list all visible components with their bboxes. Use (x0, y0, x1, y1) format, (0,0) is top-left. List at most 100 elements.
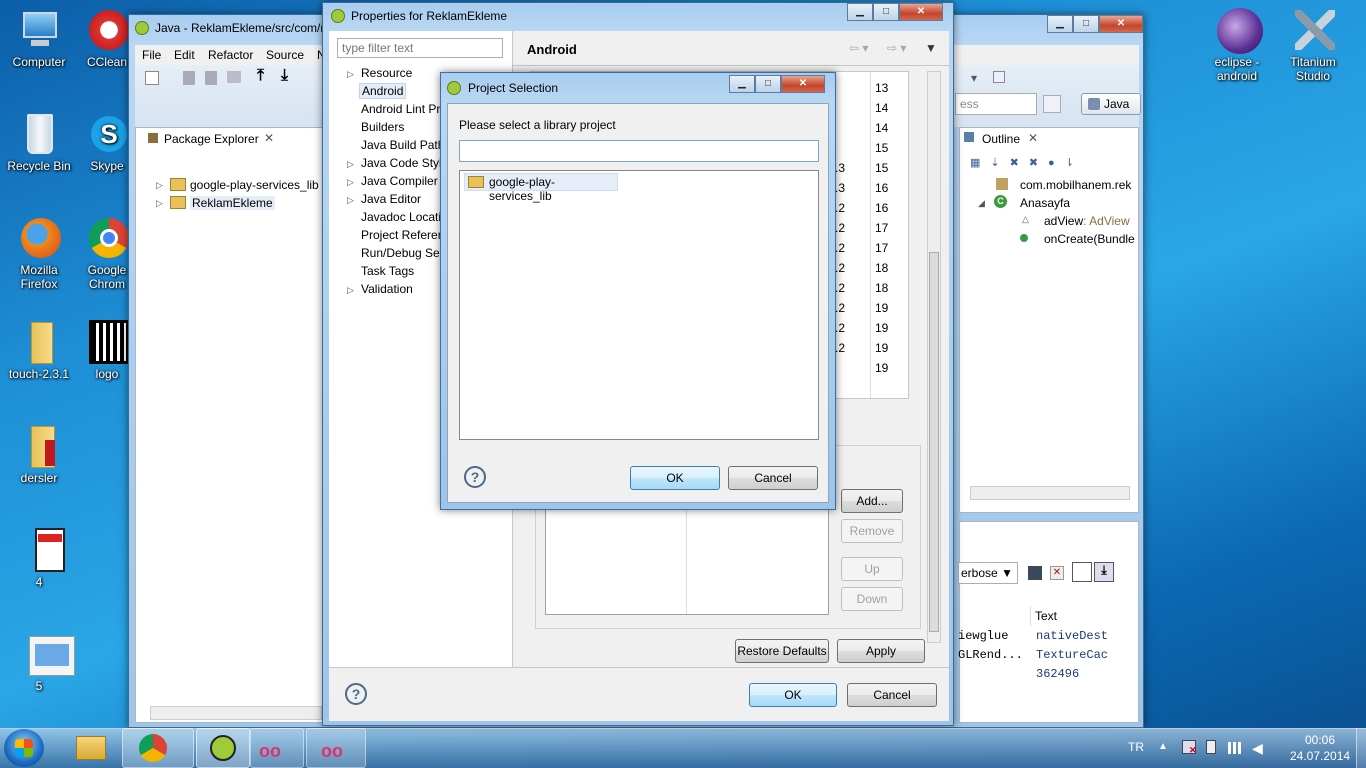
forward-nav-icon[interactable]: ⇨ ▾ (887, 41, 906, 55)
log-level-select[interactable]: erbose ▼ (958, 562, 1018, 584)
ok-button[interactable]: OK (749, 683, 837, 707)
open-perspective-icon[interactable] (1043, 95, 1061, 113)
project-list-item[interactable]: google-play-services_lib (464, 173, 618, 203)
quick-access-input[interactable]: ess (955, 93, 1037, 115)
desktop-icon-recycle-bin[interactable]: Recycle Bin (0, 112, 78, 173)
nav-android[interactable]: Android (359, 83, 407, 99)
taskbar-app-1[interactable]: oo (250, 728, 304, 768)
view-menu-icon[interactable]: ▼ (925, 41, 937, 55)
taskbar-eclipse[interactable] (196, 728, 250, 768)
outline-toolbar-icons[interactable]: ▦⇣✖✖●⇂ (970, 156, 1084, 169)
add-library-button[interactable]: Add... (841, 489, 903, 513)
nav-builders[interactable]: Builders (361, 120, 404, 134)
expand-arrow-icon[interactable]: ▷ (347, 69, 354, 80)
outline-item-class[interactable]: Anasayfa (1020, 196, 1070, 210)
nav-task-tags[interactable]: Task Tags (361, 264, 414, 278)
cancel-button[interactable]: Cancel (728, 466, 818, 490)
menu-file[interactable]: File (142, 48, 161, 62)
print-icon[interactable] (227, 71, 241, 83)
horizontal-scrollbar[interactable] (970, 486, 1130, 500)
apply-button[interactable]: Apply (837, 639, 925, 663)
java-perspective-button[interactable]: Java (1081, 93, 1141, 115)
volume-icon[interactable]: ◀ (1252, 740, 1263, 757)
expand-arrow-icon[interactable]: ▷ (347, 159, 354, 170)
up-library-button[interactable]: Up (841, 557, 903, 581)
tab-outline[interactable]: Outline (982, 132, 1020, 146)
remove-library-button[interactable]: Remove (841, 519, 903, 543)
menu-refactor[interactable]: Refactor (208, 48, 253, 62)
scroll-lock-icon[interactable]: ⤓ (1094, 562, 1114, 582)
vertical-scrollbar[interactable] (927, 71, 941, 643)
save-icon[interactable] (183, 71, 195, 85)
ok-button[interactable]: OK (630, 466, 720, 490)
close-button[interactable]: ✕ (781, 75, 825, 93)
outline-item-field[interactable]: adView: AdView (1044, 214, 1130, 228)
nav-java-editor[interactable]: Java Editor (361, 192, 421, 206)
nav-project-references[interactable]: Project Referen (361, 228, 444, 242)
help-icon[interactable]: ? (345, 683, 367, 705)
new-icon[interactable] (145, 71, 159, 85)
desktop-icon-4[interactable]: 4 (0, 528, 78, 589)
horizontal-scrollbar[interactable] (150, 706, 322, 720)
nav-run-debug-settings[interactable]: Run/Debug Set (361, 246, 443, 260)
nav-java-compiler[interactable]: Java Compiler (361, 174, 438, 188)
close-button[interactable]: ✕ (899, 3, 943, 21)
restore-defaults-button[interactable]: Restore Defaults (735, 639, 829, 663)
desktop-icon-eclipse-android[interactable]: eclipse - android (1198, 8, 1276, 83)
close-tab-icon[interactable]: ✕ (1028, 131, 1038, 145)
filter-input[interactable]: type filter text (337, 38, 503, 58)
start-button[interactable] (4, 729, 44, 767)
download-icon[interactable]: ⤓ (281, 67, 288, 85)
taskbar-chrome[interactable] (122, 728, 194, 768)
taskbar-app-2[interactable]: oo (306, 728, 366, 768)
taskbar-explorer[interactable] (66, 728, 116, 768)
save-all-icon[interactable] (205, 71, 217, 85)
down-library-button[interactable]: Down (841, 587, 903, 611)
desktop-icon-firefox[interactable]: Mozilla Firefox (0, 216, 78, 291)
toolbar-dropdown-icon[interactable]: ▾ (971, 71, 977, 85)
tab-package-explorer[interactable]: Package Explorer ✕ (140, 128, 280, 150)
back-nav-icon[interactable]: ⇦ ▾ (849, 41, 868, 55)
cancel-button[interactable]: Cancel (847, 683, 937, 707)
outline-item-package[interactable]: com.mobilhanem.rek (1020, 178, 1131, 192)
expand-arrow-icon[interactable]: ▷ (347, 177, 354, 188)
desktop-icon-5[interactable]: 5 (0, 632, 78, 693)
nav-android-lint[interactable]: Android Lint Pr (361, 102, 440, 116)
nav-validation[interactable]: Validation (361, 282, 413, 296)
minimize-button[interactable]: ▁ (847, 3, 873, 21)
nav-resource[interactable]: Resource (361, 66, 412, 80)
upload-icon[interactable]: ⤒ (257, 67, 264, 85)
column-header-text[interactable]: Text (1030, 606, 1110, 626)
expand-arrow-icon[interactable]: ▷ (156, 180, 163, 191)
scrollbar-thumb[interactable] (929, 252, 939, 632)
desktop-icon-touch[interactable]: touch-2.3.1 (0, 320, 78, 381)
nav-java-code-style[interactable]: Java Code Style (361, 156, 448, 170)
toggle-panel-icon[interactable] (1072, 562, 1092, 582)
tree-item-google-play-services-lib[interactable]: google-play-services_lib (190, 178, 319, 192)
show-desktop-button[interactable] (1356, 728, 1366, 768)
toolbar-misc-icon[interactable] (993, 71, 1005, 83)
desktop-icon-computer[interactable]: Computer (0, 8, 78, 69)
collapse-arrow-icon[interactable]: ◢ (978, 198, 985, 209)
maximize-button[interactable]: □ (755, 75, 781, 93)
maximize-button[interactable]: □ (873, 3, 899, 21)
nav-javadoc-location[interactable]: Javadoc Locati (361, 210, 441, 224)
tree-item-reklamekleme[interactable]: ReklamEkleme (190, 196, 275, 210)
desktop-icon-titanium[interactable]: Titanium Studio (1274, 8, 1352, 83)
help-icon[interactable]: ? (464, 466, 486, 488)
expand-arrow-icon[interactable]: ▷ (347, 285, 354, 296)
minimize-button[interactable]: ▁ (729, 75, 755, 93)
outline-item-method[interactable]: onCreate(Bundle (1044, 232, 1135, 246)
menu-source[interactable]: Source (266, 48, 304, 62)
maximize-button[interactable]: □ (1073, 15, 1099, 33)
save-log-icon[interactable] (1028, 566, 1042, 580)
expand-arrow-icon[interactable]: ▷ (347, 195, 354, 206)
show-hidden-icons[interactable]: ▲ (1158, 741, 1168, 752)
close-tab-icon[interactable]: ✕ (264, 131, 274, 145)
language-indicator[interactable]: TR (1128, 740, 1144, 754)
menu-edit[interactable]: Edit (174, 48, 195, 62)
clock[interactable]: 00:06 24.07.2014 (1290, 733, 1350, 763)
expand-arrow-icon[interactable]: ▷ (156, 198, 163, 209)
network-icon[interactable] (1228, 742, 1244, 754)
desktop-icon-dersler[interactable]: dersler (0, 424, 78, 485)
